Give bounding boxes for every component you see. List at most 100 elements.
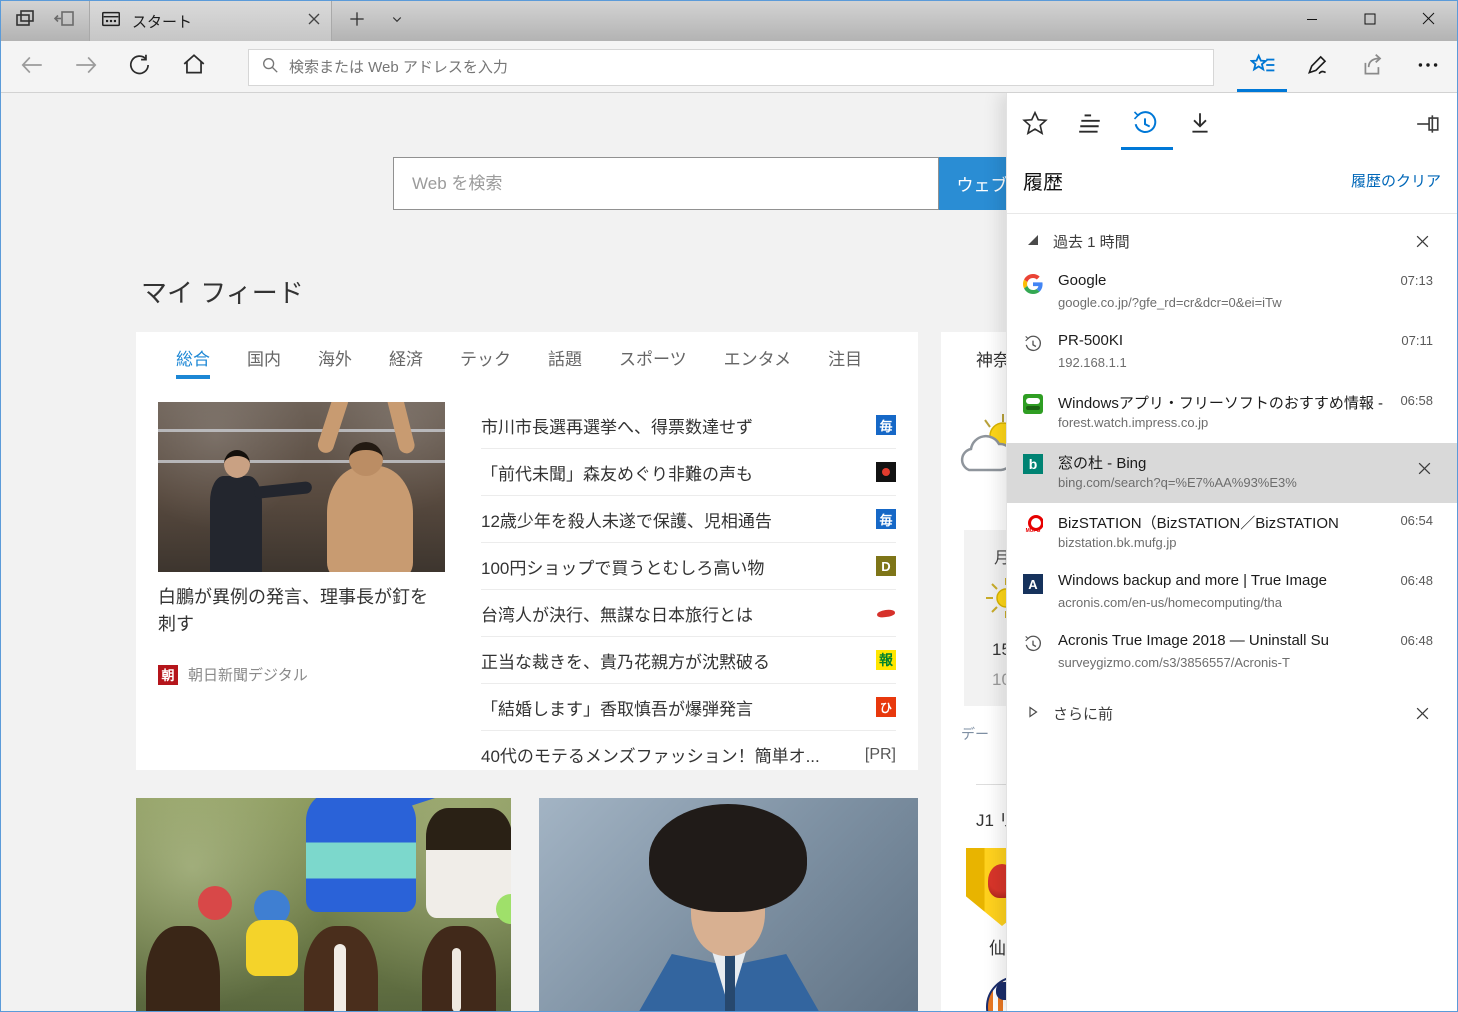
- news-source-icon: [876, 462, 896, 482]
- history-item-forest[interactable]: Windowsアプリ・フリーソフトのおすすめ情報 - forest.watch.…: [1007, 383, 1457, 443]
- news-title: 市川市長選再選挙へ、得票数達せず: [481, 417, 753, 437]
- window-controls: [1283, 1, 1457, 41]
- reading-list-icon: [1077, 110, 1103, 141]
- news-title: 台湾人が決行、無謀な日本旅行とは: [481, 605, 753, 625]
- history-item-bizstation[interactable]: MUFG BizSTATION（BizSTATION／BizSTATION bi…: [1007, 503, 1457, 563]
- feed-tab-keizai[interactable]: 経済: [389, 333, 423, 381]
- refresh-button[interactable]: [117, 44, 163, 90]
- share-icon: [1360, 52, 1386, 83]
- star-icon: [1022, 110, 1048, 141]
- news-title: 100円ショップで買うとむしろ高い物: [481, 558, 765, 578]
- feed-tab-kaigai[interactable]: 海外: [318, 333, 352, 381]
- delete-group-icon[interactable]: [1411, 702, 1433, 724]
- horse: [422, 926, 496, 1011]
- pr-badge: [PR]: [864, 745, 896, 763]
- lead-article-caption[interactable]: 白鵬が異例の発言、理事長が釘を刺す: [158, 584, 445, 638]
- reading-list-tab[interactable]: [1067, 105, 1113, 145]
- history-item-router[interactable]: PR-500KI 192.168.1.1 07:11: [1007, 323, 1457, 383]
- download-icon: [1187, 110, 1213, 141]
- feed-tab-sougou[interactable]: 総合: [176, 333, 210, 381]
- history-group-older[interactable]: さらに前: [1007, 693, 1457, 733]
- close-button[interactable]: [1399, 1, 1457, 41]
- clear-history-link[interactable]: 履歴のクリア: [1351, 170, 1441, 191]
- browser-tab[interactable]: スタート: [89, 1, 332, 41]
- favorites-tab[interactable]: [1012, 105, 1058, 145]
- horse-racing-image[interactable]: [136, 798, 511, 1011]
- news-title: 「前代未聞」森友めぐり非難の声も: [481, 464, 753, 484]
- history-tab[interactable]: [1122, 105, 1168, 145]
- pin-panel-button[interactable]: [1411, 111, 1445, 141]
- history-title: BizSTATION（BizSTATION／BizSTATION: [1058, 515, 1339, 532]
- news-item[interactable]: 「前代未聞」森友めぐり非難の声も: [481, 449, 896, 496]
- news-item[interactable]: 台湾人が決行、無謀な日本旅行とは: [481, 590, 896, 637]
- maximize-button[interactable]: [1341, 1, 1399, 41]
- share-button[interactable]: [1351, 44, 1395, 90]
- feed-tab-wadai[interactable]: 話題: [548, 333, 582, 381]
- history-item-acronis[interactable]: A Windows backup and more | True Image a…: [1007, 563, 1457, 623]
- tab-preview-button[interactable]: [5, 1, 45, 41]
- lead-article-image[interactable]: [158, 402, 445, 572]
- navigation-bar: [1, 41, 1457, 93]
- clock-favicon: [1023, 334, 1043, 354]
- history-item-google[interactable]: Google google.co.jp/?gfe_rd=cr&dcr=0&ei=…: [1007, 263, 1457, 323]
- browser-window: スタート 検索または Web アドレスを入力 Web を検索 ウェブ検索 マイ …: [0, 0, 1458, 1012]
- feed-tab-entame[interactable]: エンタメ: [724, 333, 792, 381]
- history-item-bing[interactable]: b 窓の杜 - Bing bing.com/search?q=%E7%AA%93…: [1007, 443, 1457, 503]
- history-time: 06:48: [1400, 573, 1433, 588]
- news-item[interactable]: 100円ショップで買うとむしろ高い物 D: [481, 543, 896, 590]
- history-item-surveygizmo[interactable]: Acronis True Image 2018 — Uninstall Su s…: [1007, 623, 1457, 683]
- news-source-icon: ひ: [876, 697, 896, 717]
- weather-region: 神奈: [976, 351, 1010, 370]
- news-item-sponsored[interactable]: 40代のモテるメンズファッション！簡単オ... [PR]: [481, 731, 896, 778]
- tab-title: スタート: [132, 13, 193, 31]
- history-title: Windowsアプリ・フリーソフトのおすすめ情報 -: [1058, 395, 1383, 412]
- news-title: 40代のモテるメンズファッション！簡単オ...: [481, 747, 820, 766]
- address-input[interactable]: [289, 59, 1201, 76]
- google-favicon: [1023, 274, 1043, 294]
- history-url: forest.watch.impress.co.jp: [1058, 415, 1209, 430]
- tab-close-icon[interactable]: [307, 12, 321, 31]
- news-title: 「結婚します」香取慎吾が爆弾発言: [481, 699, 753, 719]
- history-group-recent[interactable]: 過去 1 時間: [1007, 221, 1457, 261]
- news-source-icon: [876, 603, 896, 623]
- back-button[interactable]: [9, 44, 55, 90]
- group-label: さらに前: [1053, 705, 1114, 723]
- news-title: 12歳少年を殺人未遂で保護、児相通告: [481, 511, 772, 531]
- portrait-image[interactable]: [539, 798, 918, 1011]
- feed-tab-kokunai[interactable]: 国内: [247, 333, 281, 381]
- home-button[interactable]: [171, 44, 217, 90]
- feed-body: 白鵬が異例の発言、理事長が釘を刺す 朝 朝日新聞デジタル 市川市長選再選挙へ、得…: [136, 382, 918, 778]
- news-item[interactable]: 市川市長選再選挙へ、得票数達せず 毎: [481, 402, 896, 449]
- lead-article-source: 朝 朝日新聞デジタル: [158, 664, 445, 685]
- feed-tab-chuumoku[interactable]: 注目: [828, 333, 862, 381]
- hub-header: 履歴 履歴のクリア: [1023, 159, 1441, 201]
- forward-button[interactable]: [63, 44, 109, 90]
- web-note-button[interactable]: [1296, 44, 1340, 90]
- new-tab-button[interactable]: [337, 1, 377, 41]
- show-tab-previews-button[interactable]: [377, 1, 417, 41]
- web-search-input[interactable]: [393, 157, 939, 210]
- delete-group-icon[interactable]: [1411, 230, 1433, 252]
- news-item[interactable]: 「結婚します」香取慎吾が爆弾発言 ひ: [481, 684, 896, 731]
- history-title: Acronis True Image 2018 — Uninstall Su: [1058, 632, 1329, 649]
- portrait-hair: [649, 804, 807, 912]
- news-item[interactable]: 正当な裁きを、貴乃花親方が沈黙破る 報: [481, 637, 896, 684]
- close-icon: [1422, 12, 1435, 30]
- feed-tab-sports[interactable]: スポーツ: [619, 333, 687, 381]
- news-item[interactable]: 12歳少年を殺人未遂で保護、児相通告 毎: [481, 496, 896, 543]
- downloads-tab[interactable]: [1177, 105, 1223, 145]
- pen-icon: [1305, 52, 1331, 83]
- set-tabs-aside-button[interactable]: [45, 1, 85, 41]
- history-url: 192.168.1.1: [1058, 355, 1127, 370]
- minimize-button[interactable]: [1283, 1, 1341, 41]
- portrait-tie: [725, 950, 735, 1011]
- address-bar[interactable]: [248, 49, 1214, 86]
- hub-button[interactable]: [1241, 44, 1285, 90]
- delete-history-item-icon[interactable]: [1413, 457, 1435, 479]
- more-button[interactable]: [1406, 44, 1450, 90]
- feed-tab-tech[interactable]: テック: [460, 333, 511, 381]
- history-title: 窓の杜 - Bing: [1058, 455, 1147, 472]
- hub-divider: [1007, 213, 1457, 214]
- weather-data-provider[interactable]: デー: [961, 724, 989, 744]
- sumo-head: [349, 442, 383, 476]
